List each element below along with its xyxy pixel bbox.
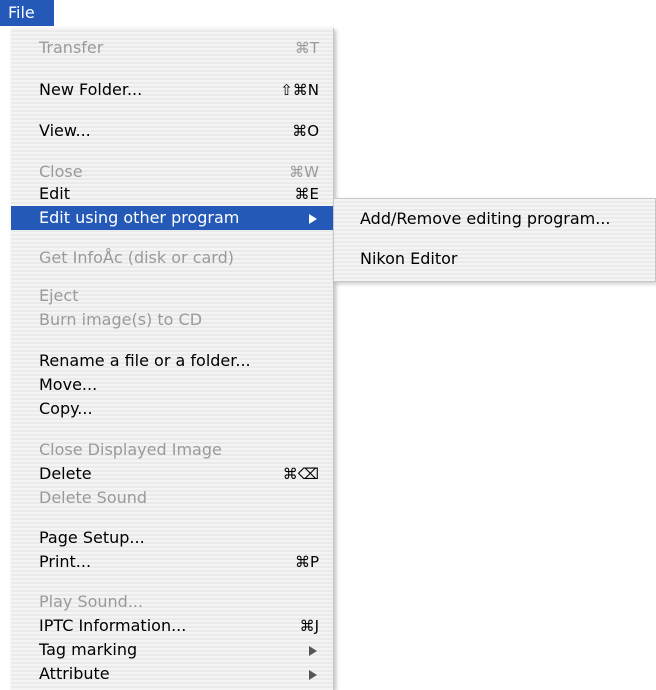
menu-item-shortcut: ⌘T (294, 39, 319, 57)
menu-item-label: Play Sound... (39, 592, 144, 611)
menu-item-label: Delete (39, 464, 92, 483)
submenu-arrow-icon (309, 214, 317, 224)
menu-item-shortcut: ⌘⌫ (282, 465, 319, 483)
menu-item-new-folder[interactable]: New Folder... ⇧⌘N (11, 78, 333, 102)
menu-item-label: Move... (39, 375, 98, 394)
submenu-arrow-icon (309, 670, 317, 680)
menu-item-attribute[interactable]: Attribute (11, 662, 333, 686)
menu-item-shortcut: ⌘W (289, 163, 319, 181)
menu-item-page-setup[interactable]: Page Setup... (11, 526, 333, 550)
menu-item-shortcut: ⌘J (299, 617, 319, 635)
menu-item-print[interactable]: Print... ⌘P (11, 550, 333, 574)
menu-item-label: Edit (39, 184, 70, 203)
menu-item-label: IPTC Information... (39, 616, 187, 635)
menu-item-tag-marking[interactable]: Tag marking (11, 638, 333, 662)
menu-item-label: Delete Sound (39, 488, 148, 507)
menu-item-iptc-information[interactable]: IPTC Information... ⌘J (11, 614, 333, 638)
menu-item-close: Close ⌘W (11, 160, 333, 184)
submenu-item-nikon-editor[interactable]: Nikon Editor (360, 249, 457, 268)
submenu-arrow-icon (309, 646, 317, 656)
menu-item-transfer: Transfer ⌘T (11, 36, 333, 60)
menu-item-label: Copy... (39, 399, 93, 418)
menu-item-label: Attribute (39, 664, 110, 683)
menu-item-shortcut: ⌘O (292, 122, 319, 140)
menu-item-label: Tag marking (39, 640, 138, 659)
menu-item-label: Transfer (39, 38, 104, 57)
menu-item-rename[interactable]: Rename a file or a folder... (11, 349, 333, 373)
menu-item-move[interactable]: Move... (11, 373, 333, 397)
menu-item-delete-sound: Delete Sound (11, 486, 333, 510)
menu-item-label: Close Displayed Image (39, 440, 222, 459)
menu-item-delete[interactable]: Delete ⌘⌫ (11, 462, 333, 486)
menu-item-label: Get InfoÅc (disk or card) (39, 248, 234, 267)
menu-item-burn-to-cd: Burn image(s) to CD (11, 308, 333, 332)
menu-item-edit[interactable]: Edit ⌘E (11, 182, 333, 206)
menu-item-get-info: Get InfoÅc (disk or card) (11, 246, 333, 270)
menu-item-label: Eject (39, 286, 79, 305)
menu-item-label: Burn image(s) to CD (39, 310, 203, 329)
file-menu-title[interactable]: File (0, 0, 54, 26)
menu-item-edit-using-other-program[interactable]: Edit using other program (11, 206, 333, 230)
menu-item-label: Print... (39, 552, 92, 571)
menu-item-copy[interactable]: Copy... (11, 397, 333, 421)
menu-item-play-sound: Play Sound... (11, 590, 333, 614)
menu-item-label: View... (39, 121, 91, 140)
menu-item-label: New Folder... (39, 80, 143, 99)
menu-item-label: Edit using other program (39, 208, 240, 227)
file-menu: Transfer ⌘T New Folder... ⇧⌘N View... ⌘O… (11, 28, 334, 690)
edit-program-submenu: Add/Remove editing program... Nikon Edit… (333, 198, 656, 282)
submenu-item-add-remove-editing-program[interactable]: Add/Remove editing program... (360, 209, 610, 228)
menu-item-label: Close (39, 162, 83, 181)
menu-item-shortcut: ⇧⌘N (280, 81, 319, 99)
menu-item-eject: Eject (11, 284, 333, 308)
menu-item-close-displayed-image: Close Displayed Image (11, 438, 333, 462)
menu-item-shortcut: ⌘E (294, 185, 319, 203)
menu-item-view[interactable]: View... ⌘O (11, 119, 333, 143)
menu-item-label: Page Setup... (39, 528, 145, 547)
menu-item-label: Rename a file or a folder... (39, 351, 251, 370)
menu-item-shortcut: ⌘P (294, 553, 319, 571)
